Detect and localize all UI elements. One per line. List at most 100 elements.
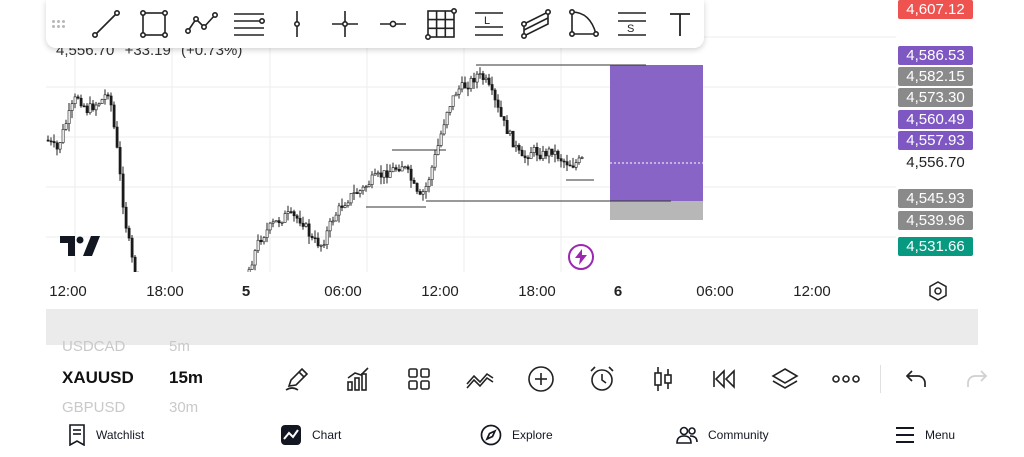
alarm-icon[interactable] — [571, 360, 632, 398]
nav-explore[interactable]: Explore — [480, 412, 553, 457]
candle-body — [388, 171, 392, 178]
candle-body — [430, 166, 434, 181]
compare-icon[interactable] — [449, 360, 510, 398]
arc-icon[interactable] — [560, 4, 608, 44]
candle-body — [508, 130, 512, 134]
price-label: 4,586.53 — [898, 46, 973, 65]
candle-body — [439, 133, 443, 146]
candle-body — [460, 82, 464, 90]
grid-icon[interactable] — [417, 4, 465, 44]
candle-body — [64, 123, 68, 130]
candle-body — [547, 148, 551, 157]
time-tick-label: 5 — [241, 283, 251, 300]
candle-body — [277, 220, 281, 224]
candle-body — [559, 158, 563, 162]
candle-body — [271, 221, 275, 224]
candles-icon[interactable] — [632, 360, 693, 398]
nav-chart[interactable]: Chart — [280, 412, 341, 457]
trend-line-icon[interactable] — [82, 4, 130, 44]
candle-body — [328, 220, 332, 232]
candle-body — [409, 168, 413, 181]
price-scale[interactable]: 4,607.12 4,586.53 4,582.15 4,573.30 4,560.4… — [898, 0, 978, 272]
pencil-icon[interactable] — [266, 360, 327, 398]
interval-prev[interactable]: 5m — [169, 338, 190, 355]
candle-body — [52, 141, 56, 144]
candle-body — [112, 104, 116, 128]
horizontal-ray-icon[interactable] — [369, 4, 417, 44]
candle-body — [253, 250, 257, 266]
interval-current[interactable]: 15m — [169, 368, 203, 388]
long-position-icon[interactable]: L — [465, 4, 513, 44]
candle-body — [358, 190, 362, 194]
candle-body — [523, 155, 527, 158]
drawing-toolbar: L S — [46, 0, 704, 48]
candle-body — [46, 139, 50, 142]
redo-icon[interactable] — [946, 360, 1007, 398]
candle-body — [313, 237, 317, 240]
candle-body — [334, 214, 338, 222]
price-label: 4,560.49 — [898, 110, 973, 129]
candle-body — [406, 166, 410, 170]
candle-body — [289, 211, 293, 213]
candle-body — [91, 103, 95, 111]
indicators-icon[interactable] — [327, 360, 388, 398]
tradingview-logo — [60, 236, 100, 261]
symbol-prev[interactable]: USDCAD — [62, 338, 125, 355]
candle-body — [490, 84, 494, 91]
candle-body — [298, 217, 302, 224]
layers-icon[interactable] — [754, 360, 815, 398]
candle-body — [250, 264, 254, 270]
candle-body — [448, 106, 452, 113]
cross-line-icon[interactable] — [321, 4, 369, 44]
chart-settings-icon[interactable] — [928, 281, 948, 306]
candle-body — [484, 77, 488, 80]
candle-body — [511, 130, 515, 148]
candle-body — [364, 186, 368, 188]
vertical-line-icon[interactable] — [273, 4, 321, 44]
bottom-toolbar — [266, 360, 1007, 398]
time-axis[interactable]: 12:00 18:00 5 06:00 12:00 18:00 6 06:00 12:00 — [46, 278, 896, 304]
time-tick-label: 18:00 — [518, 283, 556, 300]
nav-watchlist[interactable]: Watchlist — [68, 412, 144, 457]
symbol-current[interactable]: XAUUSD — [62, 368, 134, 388]
candle-body — [415, 183, 419, 192]
text-icon[interactable] — [656, 4, 704, 44]
price-label: 4,539.96 — [898, 211, 973, 230]
price-label: 4,557.93 — [898, 131, 973, 150]
nav-menu[interactable]: Menu — [895, 412, 955, 457]
undo-icon[interactable] — [885, 360, 946, 398]
price-label: 4,531.66 — [898, 237, 973, 256]
candle-body — [382, 170, 386, 178]
candle-body — [442, 124, 446, 135]
short-position-icon[interactable]: S — [608, 4, 656, 44]
apps-grid-icon[interactable] — [388, 360, 449, 398]
candle-body — [556, 150, 560, 159]
candle-body — [256, 239, 260, 251]
parallel-channel-icon[interactable] — [513, 4, 561, 44]
nav-community[interactable]: Community — [676, 412, 769, 457]
candle-body — [397, 169, 401, 172]
candle-body — [367, 184, 371, 187]
candle-body — [295, 215, 299, 219]
candle-body — [106, 94, 110, 97]
add-circle-icon[interactable] — [510, 360, 571, 398]
drag-handle[interactable] — [52, 14, 66, 34]
candle-body — [532, 146, 536, 153]
candle-body — [553, 150, 557, 155]
more-icon[interactable] — [815, 360, 876, 398]
compass-icon — [480, 424, 502, 445]
candle-body — [103, 94, 107, 100]
candle-body — [322, 244, 326, 246]
candle-body — [355, 192, 359, 194]
candle-body — [493, 89, 497, 101]
candle-body — [262, 237, 266, 243]
flash-icon[interactable] — [568, 244, 594, 270]
fib-retracement-icon[interactable] — [225, 4, 273, 44]
rectangle-icon[interactable] — [130, 4, 178, 44]
replay-icon[interactable] — [693, 360, 754, 398]
people-icon — [676, 426, 698, 444]
candle-body — [130, 237, 134, 258]
path-icon[interactable] — [178, 4, 226, 44]
candle-body — [100, 99, 104, 104]
candle-body — [49, 140, 53, 143]
